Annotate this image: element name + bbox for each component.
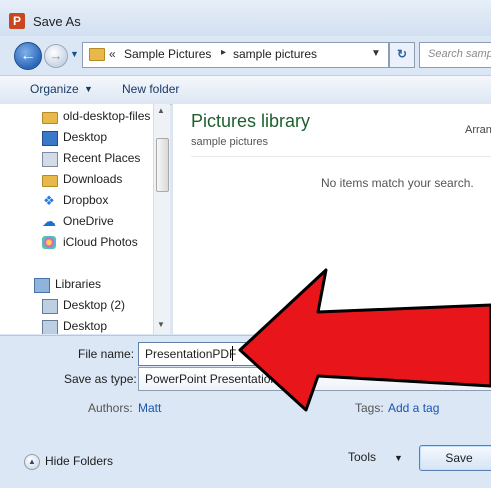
nav-item-label: Dropbox [63, 193, 109, 207]
chevron-down-icon[interactable]: ▼ [394, 453, 403, 463]
authors-field[interactable]: Matt [138, 401, 161, 415]
folder-icon [89, 48, 105, 61]
command-toolbar: Organize ▼ New folder [0, 75, 491, 105]
nav-item-label: old-desktop-files [63, 109, 151, 123]
scrollbar-thumb[interactable] [156, 138, 169, 192]
nav-item-desktop-2[interactable]: Desktop (2) [42, 296, 162, 316]
folder-icon [42, 112, 58, 124]
title-bar: P Save As [0, 0, 491, 36]
library-title: Pictures library [191, 111, 311, 131]
libraries-icon [34, 278, 50, 293]
organize-button[interactable]: Organize [30, 82, 79, 96]
back-button[interactable]: ← [14, 42, 42, 70]
divider [191, 156, 491, 157]
nav-item-label: Desktop [63, 319, 108, 333]
search-input[interactable]: Search samp [419, 42, 491, 68]
nav-item-desktop[interactable]: Desktop [42, 128, 162, 148]
refresh-button[interactable]: ↻ [389, 42, 415, 68]
library-subtitle: sample pictures [191, 136, 269, 148]
collapse-up-icon: ▲ [24, 454, 40, 470]
scroll-up-icon[interactable]: ▲ [157, 106, 165, 115]
tags-label: Tags: [355, 401, 384, 415]
window-title: Save As [33, 14, 81, 29]
nav-item-label: OneDrive [63, 214, 114, 228]
save-as-type-select[interactable]: PowerPoint Presentation [138, 367, 491, 391]
icloud-photos-icon [42, 236, 56, 249]
nav-item-recent-places[interactable]: Recent Places [42, 149, 162, 169]
save-form: File name: PresentationPDF Save as type:… [0, 335, 491, 488]
chevron-down-icon[interactable]: ▼ [84, 84, 93, 94]
file-name-value: PresentationPDF [145, 347, 237, 361]
breadcrumb-sample-pictures[interactable]: Sample Pictures [124, 47, 211, 61]
hide-folders-label: Hide Folders [45, 454, 114, 468]
content-pane: Pictures library sample pictures Arran N… [172, 104, 491, 334]
file-name-input[interactable]: PresentationPDF [138, 342, 491, 366]
onedrive-icon: ☁ [42, 213, 56, 229]
address-dropdown-icon[interactable]: ▼ [371, 48, 381, 59]
navigation-pane: old-desktop-files Desktop Recent Places … [0, 104, 170, 334]
nav-item-dropbox[interactable]: ❖ Dropbox [42, 191, 162, 211]
breadcrumb-overflow-chevron[interactable]: « [109, 47, 116, 61]
save-as-type-value: PowerPoint Presentation [145, 372, 278, 386]
address-bar[interactable]: « Sample Pictures ▸ sample pictures ▼ [82, 42, 389, 68]
nav-item-icloud-photos[interactable]: iCloud Photos [42, 233, 162, 253]
search-placeholder: Search samp [428, 48, 491, 60]
desktop-icon [42, 131, 58, 146]
save-as-dialog: P Save As ← → ▼ « Sample Pictures ▸ samp… [0, 0, 491, 488]
forward-button[interactable]: → [44, 44, 68, 68]
authors-label: Authors: [88, 401, 133, 415]
file-name-label: File name: [78, 347, 135, 361]
nav-item-libraries[interactable]: Libraries [34, 275, 154, 295]
nav-item-onedrive[interactable]: ☁ OneDrive [42, 212, 162, 232]
powerpoint-app-icon: P [9, 13, 25, 29]
back-arrow-icon: ← [20, 47, 36, 64]
dropbox-icon: ❖ [43, 193, 55, 208]
tags-field[interactable]: Add a tag [388, 401, 439, 415]
breadcrumb-sample-pictures-sub[interactable]: sample pictures [233, 47, 317, 61]
nav-item-label: Desktop (2) [63, 298, 126, 312]
nav-item-label: Recent Places [63, 151, 141, 165]
scroll-down-icon[interactable]: ▼ [157, 320, 165, 329]
empty-results-message: No items match your search. [321, 176, 474, 190]
nav-item-label: iCloud Photos [63, 235, 138, 249]
folder-icon [42, 175, 58, 187]
nav-item-old-desktop-files[interactable]: old-desktop-files [42, 107, 162, 127]
save-button-label: Save [445, 451, 473, 465]
tools-button[interactable]: Tools [348, 450, 376, 464]
hide-folders-button[interactable]: ▲ Hide Folders [24, 453, 124, 471]
desktop-library-icon [42, 320, 58, 334]
nav-item-label: Desktop [63, 130, 108, 144]
forward-arrow-icon: → [49, 48, 63, 63]
refresh-icon: ↻ [396, 47, 408, 61]
arrange-by-link[interactable]: Arran [465, 124, 491, 136]
nav-item-label: Libraries [55, 277, 102, 291]
save-button[interactable]: Save [419, 445, 491, 471]
nav-item-desktop-library[interactable]: Desktop [42, 317, 162, 334]
nav-item-label: Downloads [63, 172, 123, 186]
new-folder-button[interactable]: New folder [122, 82, 179, 96]
nav-item-downloads[interactable]: Downloads [42, 170, 162, 190]
recent-locations-dropdown[interactable]: ▼ [70, 49, 79, 59]
recent-places-icon [42, 152, 58, 167]
text-caret [232, 346, 233, 361]
breadcrumb-separator-icon[interactable]: ▸ [221, 47, 226, 58]
nav-scrollbar[interactable]: ▲ ▼ [153, 104, 170, 334]
save-as-type-label: Save as type: [64, 372, 137, 386]
desktop-library-icon [42, 299, 58, 314]
